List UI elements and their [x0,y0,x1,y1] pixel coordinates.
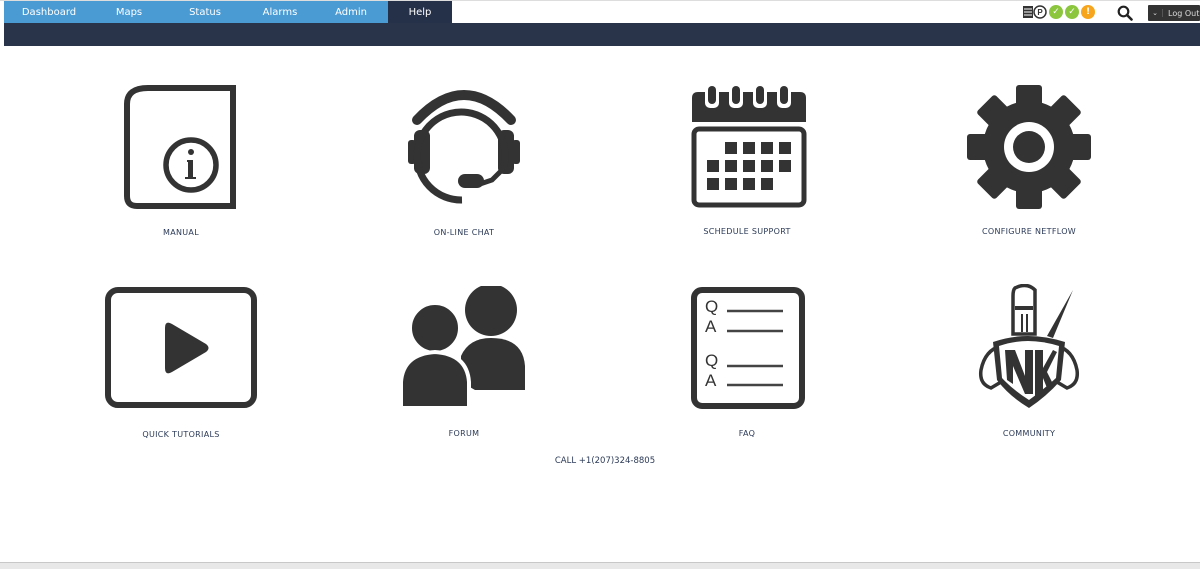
help-tile-community[interactable]: COMMUNITY [919,284,1139,438]
probe-letter: P [1037,8,1043,17]
tile-label: COMMUNITY [1002,429,1056,438]
tile-label: FAQ [738,429,756,438]
faq-letter: A [705,317,717,336]
help-tile-schedule-support[interactable]: SCHEDULE SUPPORT [637,84,857,236]
status-ok-icon[interactable]: ✓ [1065,5,1079,19]
users-icon [399,286,525,410]
headset-icon [408,90,520,204]
tile-label: CONFIGURE NETFLOW [981,227,1077,236]
tab-maps[interactable]: Maps [94,1,164,24]
help-tile-faq[interactable]: Q A Q A FAQ [637,286,857,438]
search-icon[interactable] [1117,5,1133,21]
tile-label: FORUM [448,429,480,438]
faq-letter: A [705,371,717,390]
top-bar: Dashboard Maps Status Alarms Admin Help … [0,0,1200,24]
calendar-icon [691,84,807,208]
tab-admin[interactable]: Admin [314,1,388,24]
manual-icon [124,85,236,209]
status-warning-icon[interactable]: ! [1081,5,1095,19]
tile-label: SCHEDULE SUPPORT [703,227,791,236]
network-probe-icon[interactable]: P [1023,5,1047,19]
tab-alarms[interactable]: Alarms [246,1,314,24]
tile-label: QUICK TUTORIALS [142,430,220,439]
help-tile-online-chat[interactable]: ON-LINE CHAT [354,82,574,237]
support-phone[interactable]: CALL +1(207)324-8805 [480,456,730,466]
help-tile-configure-netflow[interactable]: CONFIGURE NETFLOW [919,84,1139,236]
tab-dashboard[interactable]: Dashboard [4,1,94,24]
help-tile-manual[interactable]: MANUAL [71,84,291,237]
status-ok-icon[interactable]: ✓ [1049,5,1063,19]
main-nav: Dashboard Maps Status Alarms Admin Help [4,1,452,24]
sub-header-bar [4,23,1200,46]
tile-label: MANUAL [163,228,199,237]
knight-icon [978,284,1080,408]
status-indicators: P ✓ ✓ ! [1023,5,1095,19]
faq-letter: Q [705,297,718,316]
faq-letter: Q [705,351,718,370]
chevron-down-icon[interactable]: ⌄ [1148,9,1163,17]
logout-label: Log Out [1168,8,1200,18]
play-icon [105,287,257,408]
gear-icon [967,85,1091,209]
help-tile-quick-tutorials[interactable]: QUICK TUTORIALS [71,286,291,439]
logout-button[interactable]: ⌄ Log Out [1148,5,1200,21]
tab-status[interactable]: Status [164,1,246,24]
faq-icon: Q A Q A [691,287,805,409]
help-tile-forum[interactable]: FORUM [354,286,574,438]
tile-label: ON-LINE CHAT [433,228,495,237]
tab-help[interactable]: Help [388,1,452,24]
